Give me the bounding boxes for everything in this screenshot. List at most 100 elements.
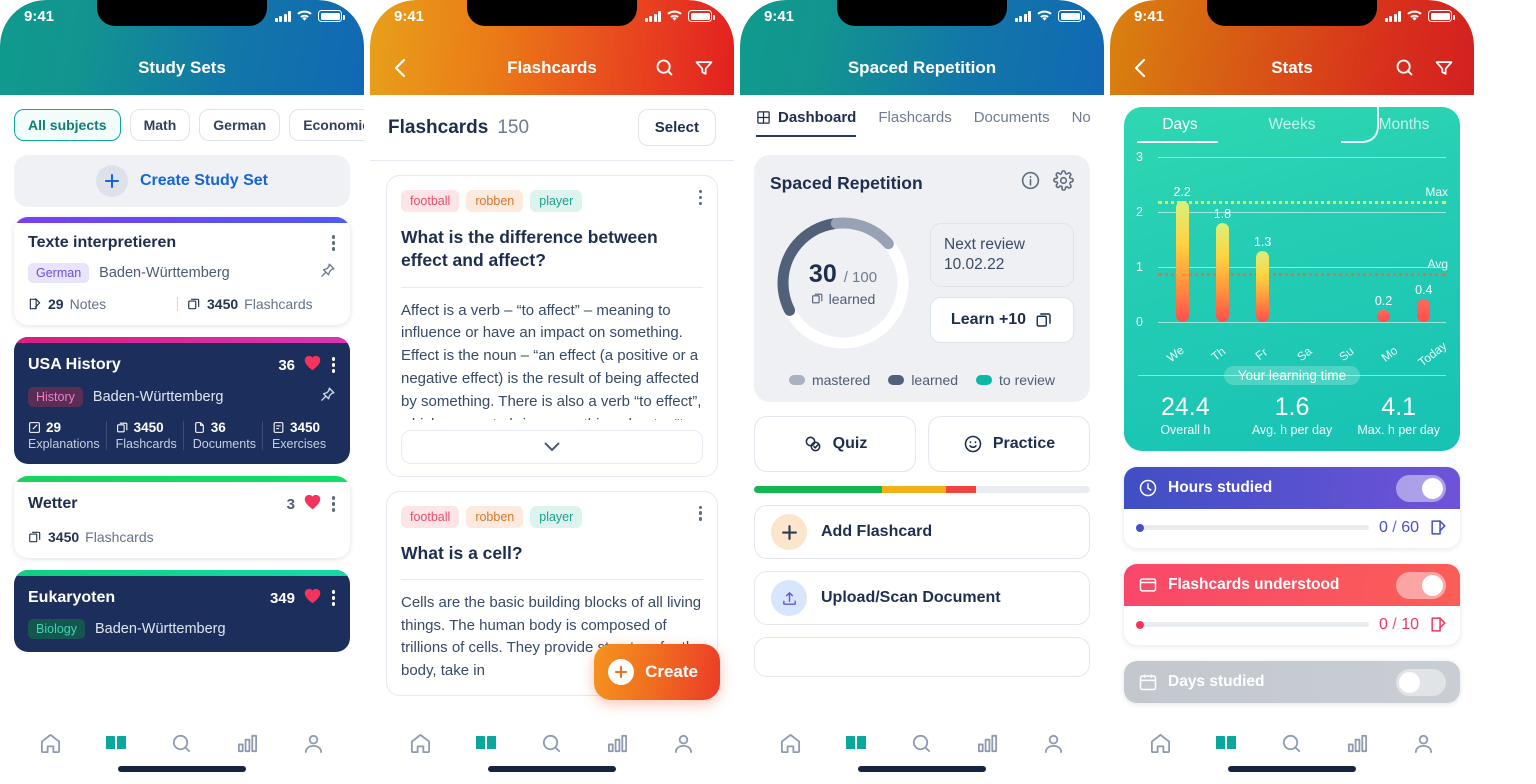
heart-icon[interactable] bbox=[303, 493, 322, 515]
tab-profile[interactable] bbox=[668, 728, 698, 758]
goal-toggle[interactable] bbox=[1396, 571, 1446, 599]
filter-chip-german[interactable]: German bbox=[199, 109, 281, 141]
tab-home[interactable] bbox=[1146, 728, 1176, 758]
stats-icon bbox=[238, 734, 258, 752]
gear-icon[interactable] bbox=[1053, 170, 1074, 196]
tab-flashcards[interactable]: Flashcards bbox=[878, 109, 951, 135]
progress-segment-green bbox=[754, 486, 882, 493]
bar-column[interactable]: 0.2 bbox=[1363, 147, 1403, 322]
practice-button[interactable]: Practice bbox=[928, 416, 1090, 472]
learn-more-button[interactable]: Learn +10 bbox=[930, 297, 1074, 344]
tab-stats[interactable] bbox=[233, 728, 263, 758]
pin-icon[interactable] bbox=[319, 262, 336, 284]
legend-swatch bbox=[976, 375, 993, 385]
info-icon[interactable] bbox=[1020, 170, 1041, 196]
edit-icon[interactable] bbox=[1429, 518, 1448, 537]
back-button[interactable] bbox=[388, 56, 412, 80]
tab-search[interactable] bbox=[1277, 728, 1307, 758]
goal-toggle[interactable] bbox=[1396, 668, 1446, 696]
card-menu-icon[interactable] bbox=[699, 505, 703, 521]
expand-button[interactable] bbox=[401, 429, 703, 464]
tag-football[interactable]: football bbox=[401, 505, 460, 528]
segment-days[interactable]: Days bbox=[1124, 107, 1236, 143]
tab-stats[interactable] bbox=[1343, 728, 1373, 758]
tab-home[interactable] bbox=[776, 728, 806, 758]
tab-library[interactable] bbox=[841, 728, 871, 758]
ytick-0: 0 bbox=[1136, 315, 1143, 329]
section-tabs: Dashboard Flashcards Documents No bbox=[740, 95, 1104, 137]
filter-button[interactable] bbox=[692, 56, 716, 80]
tab-profile[interactable] bbox=[298, 728, 328, 758]
card-menu-icon[interactable] bbox=[332, 496, 336, 512]
bar-column[interactable] bbox=[1323, 147, 1363, 322]
search-button[interactable] bbox=[652, 56, 676, 80]
filter-chip-all-subjects[interactable]: All subjects bbox=[14, 109, 121, 141]
legend-label: to review bbox=[999, 372, 1056, 388]
extra-action-button[interactable] bbox=[754, 637, 1090, 677]
heart-icon[interactable] bbox=[303, 587, 322, 609]
phone-flashcards: 9:41 Flashcards Flashcards 150 Select fo… bbox=[370, 0, 734, 784]
add-flashcard-button[interactable]: Add Flashcard bbox=[754, 505, 1090, 559]
back-button[interactable] bbox=[1128, 56, 1152, 80]
tab-dashboard[interactable]: Dashboard bbox=[756, 109, 857, 137]
tab-search[interactable] bbox=[537, 728, 567, 758]
select-button[interactable]: Select bbox=[637, 109, 716, 146]
tab-library[interactable] bbox=[101, 728, 131, 758]
study-set-card[interactable]: Texte interpretieren German Baden-Württe… bbox=[14, 217, 350, 325]
cards-icon bbox=[116, 422, 127, 433]
home-indicator bbox=[118, 766, 246, 772]
tag-robben[interactable]: robben bbox=[466, 505, 524, 528]
tab-profile[interactable] bbox=[1408, 728, 1438, 758]
study-set-card[interactable]: Wetter 3 3450 Flashcards bbox=[14, 476, 350, 558]
bar-column[interactable]: 1.3 bbox=[1243, 147, 1283, 322]
filter-button[interactable] bbox=[1432, 56, 1456, 80]
bar-column[interactable] bbox=[1283, 147, 1323, 322]
tab-stats[interactable] bbox=[603, 728, 633, 758]
tab-documents[interactable]: Documents bbox=[974, 109, 1050, 135]
segment-weeks[interactable]: Weeks bbox=[1236, 107, 1348, 143]
tab-notes[interactable]: No bbox=[1072, 109, 1091, 135]
create-fab[interactable]: Create bbox=[594, 644, 720, 700]
card-menu-icon[interactable] bbox=[332, 357, 336, 373]
goal-toggle[interactable] bbox=[1396, 474, 1446, 502]
card-menu-icon[interactable] bbox=[699, 190, 703, 206]
tab-home[interactable] bbox=[36, 728, 66, 758]
search-button[interactable] bbox=[1392, 56, 1416, 80]
tab-profile[interactable] bbox=[1038, 728, 1068, 758]
learned-total: / 100 bbox=[843, 268, 878, 286]
upload-document-button[interactable]: Upload/Scan Document bbox=[754, 571, 1090, 625]
tag-player[interactable]: player bbox=[530, 505, 583, 528]
bar-value: 0.4 bbox=[1415, 283, 1433, 297]
tab-search[interactable] bbox=[167, 728, 197, 758]
tab-home[interactable] bbox=[406, 728, 436, 758]
tag-player[interactable]: player bbox=[530, 190, 583, 212]
card-menu-icon[interactable] bbox=[332, 590, 336, 606]
tab-search[interactable] bbox=[907, 728, 937, 758]
edit-icon[interactable] bbox=[1429, 615, 1448, 634]
bar-column[interactable]: 1.8 bbox=[1202, 147, 1242, 322]
status-time: 9:41 bbox=[1134, 8, 1165, 25]
pin-icon[interactable] bbox=[319, 386, 336, 408]
study-set-card[interactable]: USA History 36 History Baden-Württemberg bbox=[14, 337, 350, 464]
bar-column[interactable]: 0.4 bbox=[1404, 147, 1444, 322]
book-icon bbox=[846, 736, 867, 750]
heart-icon[interactable] bbox=[303, 354, 322, 376]
create-study-set-button[interactable]: Create Study Set bbox=[14, 155, 350, 207]
tab-stats[interactable] bbox=[973, 728, 1003, 758]
filter-chip-economics[interactable]: Economics bbox=[289, 109, 364, 141]
card-menu-icon[interactable] bbox=[332, 235, 336, 251]
tab-library[interactable] bbox=[1211, 728, 1241, 758]
quiz-button[interactable]: Quiz bbox=[754, 416, 916, 472]
study-set-card[interactable]: Eukaryoten 349 Biology Baden-Württemberg bbox=[14, 570, 350, 652]
battery-icon bbox=[318, 10, 345, 22]
tag-robben[interactable]: robben bbox=[466, 190, 524, 212]
stat-value: 3450 bbox=[133, 420, 164, 435]
filter-chip-math[interactable]: Math bbox=[129, 109, 191, 141]
stat-value: 3450 bbox=[48, 529, 80, 545]
phone-spaced-repetition: 9:41 Spaced Repetition Dashboard Flashca… bbox=[740, 0, 1104, 784]
flashcard-tags: football robben player bbox=[401, 505, 703, 528]
tag-football[interactable]: football bbox=[401, 190, 460, 212]
flashcard-item[interactable]: football robben player What is the diffe… bbox=[386, 175, 718, 477]
tab-library[interactable] bbox=[471, 728, 501, 758]
bar-column[interactable]: 2.2 bbox=[1162, 147, 1202, 322]
